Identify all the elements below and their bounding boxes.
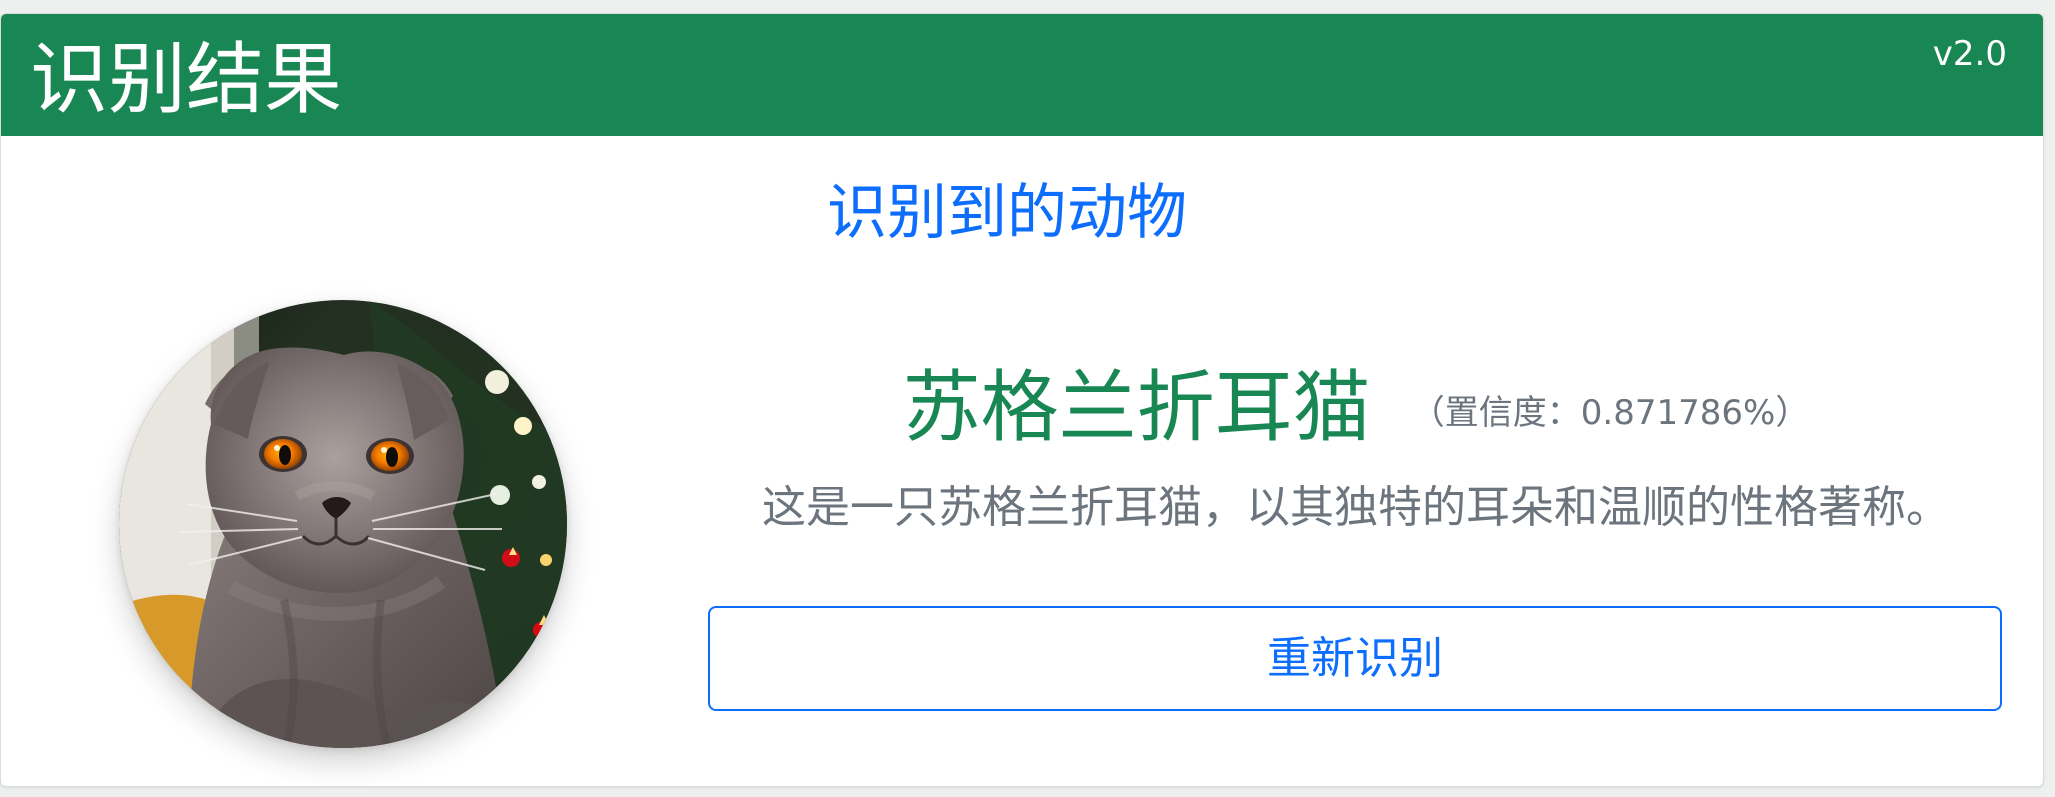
- section-title: 识别到的动物: [827, 178, 1187, 248]
- version-badge: v2.0: [1932, 34, 2007, 74]
- result-header: 识别结果 v2.0: [1, 14, 2043, 136]
- animal-description: 这是一只苏格兰折耳猫，以其独特的耳朵和温顺的性格著称。: [762, 482, 1950, 533]
- confidence-score: （置信度：0.871786%）: [1410, 392, 1810, 433]
- retry-recognition-button[interactable]: 重新识别: [708, 606, 2002, 711]
- animal-name: 苏格兰折耳猫: [902, 363, 1371, 453]
- recognition-result: 苏格兰折耳猫 （置信度：0.871786%） 这是一只苏格兰折耳猫，以其独特的耳…: [708, 336, 2004, 723]
- page-title: 识别结果: [30, 35, 343, 125]
- scottish-fold-cat-image: [119, 300, 567, 748]
- animal-photo: [119, 300, 567, 748]
- animal-result-line: 苏格兰折耳猫 （置信度：0.871786%）: [708, 360, 2004, 460]
- result-card: 识别结果 v2.0 识别到的动物 苏格兰折耳猫 （置信度：0.871786%） …: [0, 13, 2044, 787]
